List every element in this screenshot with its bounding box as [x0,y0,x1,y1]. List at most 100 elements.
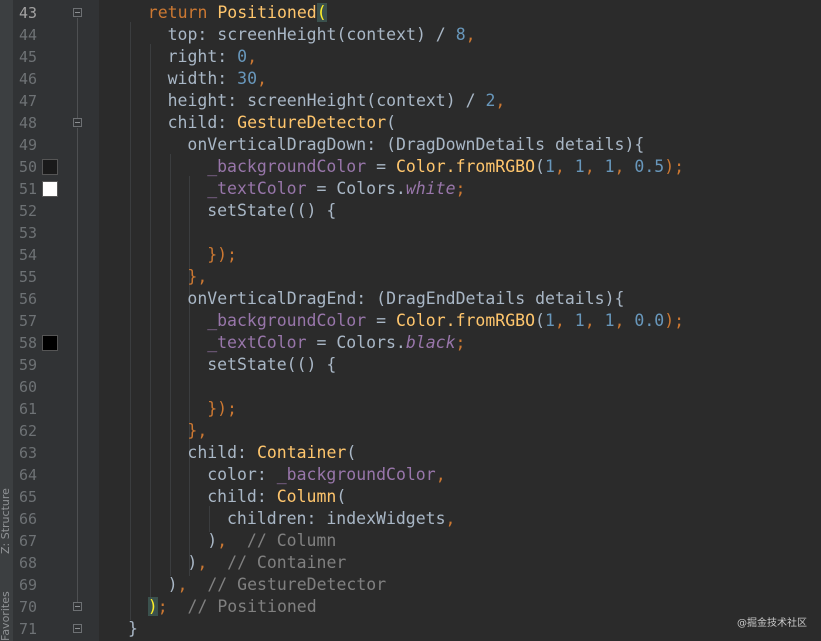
code-line[interactable]: setState(() { [207,200,336,222]
code-token: _backgroundColor [207,157,367,176]
code-line[interactable]: _backgroundColor = Color.fromRGBO(1, 1, … [207,156,684,178]
code-line[interactable]: ); // Positioned [147,596,317,618]
line-number[interactable]: 47 [15,90,37,112]
fold-toggle-icon[interactable] [73,602,82,611]
code-token: onVerticalDragEnd: (DragEndDetails detai… [187,289,625,308]
code-token: ) [207,531,218,550]
code-token: ); [664,157,685,176]
code-token: right: [167,47,238,66]
code-token: }); [207,399,237,418]
code-token: ) [147,597,158,616]
line-number[interactable]: 67 [15,530,37,552]
structure-tool-tab[interactable]: Z: Structure [0,488,13,554]
line-number[interactable]: 49 [15,134,37,156]
code-line[interactable]: child: GestureDetector( [168,112,397,134]
code-token: , [614,311,635,330]
line-number[interactable]: 43 [15,2,37,24]
line-number[interactable]: 62 [15,420,37,442]
code-line[interactable]: height: screenHeight(context) / 2, [168,90,506,112]
line-number[interactable]: 53 [15,222,37,244]
line-number[interactable]: 66 [15,508,37,530]
line-number[interactable]: 46 [15,68,37,90]
code-token: // GestureDetector [187,575,387,594]
code-token: 1 [604,311,615,330]
code-line[interactable]: setState(() { [207,354,336,376]
line-number[interactable]: 55 [15,266,37,288]
line-number[interactable]: 69 [15,574,37,596]
code-line[interactable]: }); [207,398,237,420]
color-swatch-icon[interactable] [42,335,58,351]
code-line[interactable]: ), // GestureDetector [168,574,387,596]
code-line[interactable]: }); [207,244,237,266]
code-line[interactable]: _backgroundColor = Color.fromRGBO(1, 1, … [207,310,684,332]
line-number[interactable]: 44 [15,24,37,46]
code-token: Container [256,443,347,462]
code-token: fromRGBO [455,157,536,176]
code-token: Positioned [217,3,317,22]
line-number[interactable]: 57 [15,310,37,332]
line-number[interactable]: 70 [15,596,37,618]
line-number[interactable]: 54 [15,244,37,266]
line-number[interactable]: 63 [15,442,37,464]
line-number[interactable]: 48 [15,112,37,134]
code-line[interactable]: return Positioned( [148,2,327,24]
code-token: 1 [604,157,615,176]
line-number[interactable]: 58 [15,332,37,354]
line-number[interactable]: 51 [15,178,37,200]
code-line[interactable]: right: 0, [168,46,257,68]
code-line[interactable]: }, [187,420,207,442]
code-token: 1 [574,157,585,176]
code-token: black [405,333,456,352]
code-token: ( [316,3,327,22]
code-token: ); [664,311,685,330]
fold-toggle-icon[interactable] [73,118,82,127]
code-token: setState(() { [207,355,337,374]
code-token: ( [346,443,357,462]
code-line[interactable]: child: Column( [207,486,346,508]
code-line[interactable]: ), // Column [207,530,336,552]
code-line[interactable]: color: _backgroundColor, [207,464,445,486]
code-token: }, [187,267,208,286]
code-token: 30 [237,69,258,88]
line-number[interactable]: 50 [15,156,37,178]
line-number[interactable]: 56 [15,288,37,310]
code-line[interactable]: _textColor = Colors.black; [207,332,465,354]
code-line[interactable]: ), // Container [187,552,346,574]
line-number[interactable]: 59 [15,354,37,376]
code-line[interactable]: child: Container( [187,442,356,464]
line-number[interactable]: 52 [15,200,37,222]
code-line[interactable]: children: indexWidgets, [227,508,455,530]
left-tool-strip: Z: Structure Favorites [0,0,14,641]
fold-toggle-icon[interactable] [73,624,82,633]
code-token: child: [207,487,277,506]
code-line[interactable]: onVerticalDragEnd: (DragEndDetails detai… [187,288,624,310]
code-token: top: screenHeight(context) / [167,25,456,44]
code-line[interactable]: top: screenHeight(context) / 8, [168,24,476,46]
code-token: fromRGBO [455,311,536,330]
code-token: GestureDetector [237,113,387,132]
line-number[interactable]: 61 [15,398,37,420]
fold-toggle-icon[interactable] [73,8,82,17]
code-token: 0 [237,47,248,66]
code-line[interactable]: onVerticalDragDown: (DragDownDetails det… [187,134,644,156]
indent-guide [189,176,191,576]
code-token: , [217,531,228,550]
code-line[interactable]: width: 30, [168,68,267,90]
indent-guide [149,44,151,598]
line-number[interactable]: 60 [15,376,37,398]
line-number[interactable]: 45 [15,46,37,68]
color-swatch-icon[interactable] [42,159,58,175]
code-line[interactable]: }, [187,266,207,288]
line-number[interactable]: 71 [15,618,37,640]
code-line[interactable]: } [128,618,138,640]
line-number[interactable]: 65 [15,486,37,508]
line-number[interactable]: 68 [15,552,37,574]
watermark: @掘金技术社区 [737,618,807,629]
code-editor[interactable]: return Positioned(top: screenHeight(cont… [99,0,821,641]
color-swatch-icon[interactable] [42,181,58,197]
code-token: // Column [227,531,337,550]
code-line[interactable]: _textColor = Colors.white; [207,178,465,200]
code-token: , [614,157,635,176]
line-number[interactable]: 64 [15,464,37,486]
favorites-tool-tab[interactable]: Favorites [0,588,13,641]
